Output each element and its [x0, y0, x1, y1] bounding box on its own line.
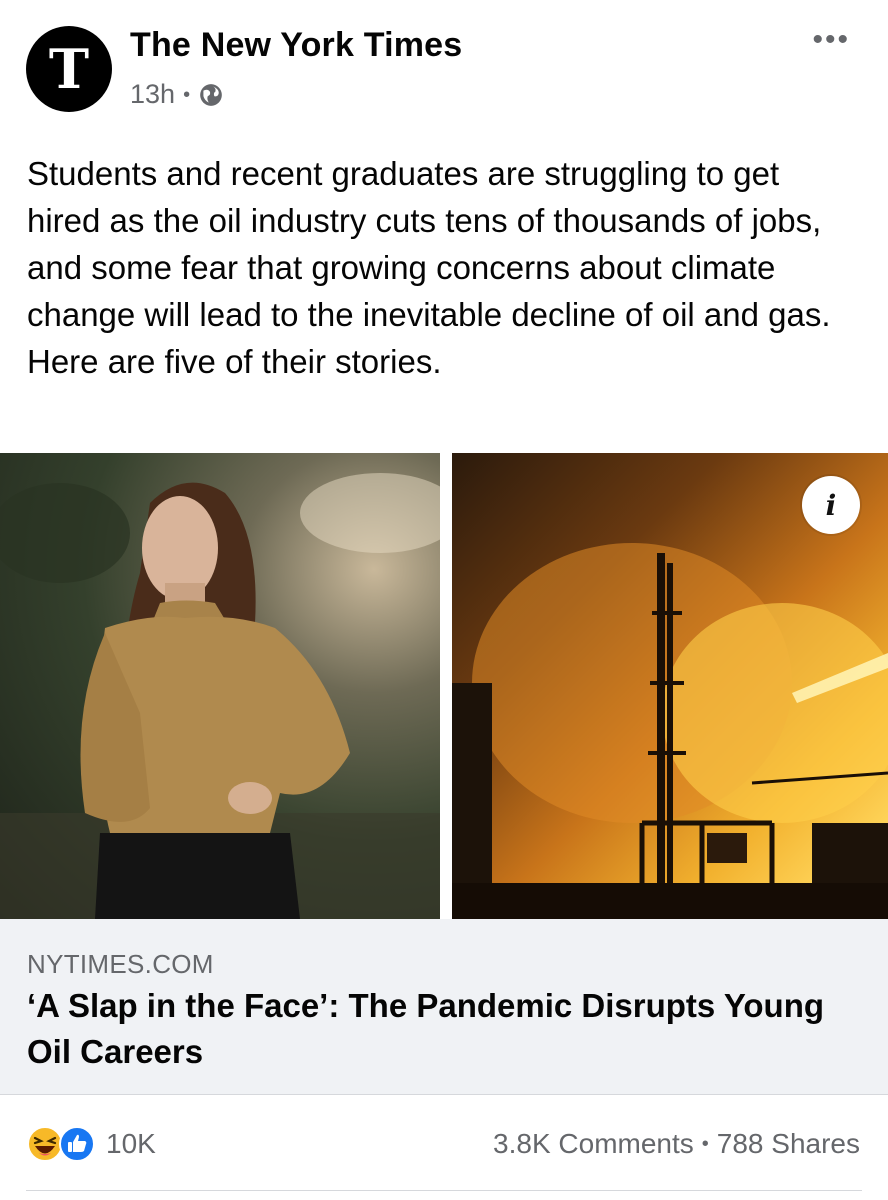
post-text: Students and recent graduates are strugg… [27, 155, 831, 380]
link-preview-card[interactable]: NYTIMES.COM ‘A Slap in the Face’: The Pa… [0, 919, 888, 1094]
engagement-separator: • [701, 1132, 709, 1155]
avatar-letter: T [48, 37, 90, 101]
engagement-stats: 3.8K Comments • 788 Shares [493, 1128, 860, 1160]
divider [0, 1094, 888, 1095]
link-domain: NYTIMES.COM [27, 949, 214, 979]
shares-count[interactable]: 788 Shares [717, 1128, 860, 1160]
info-button[interactable]: i [802, 476, 860, 534]
reaction-count: 10K [106, 1128, 156, 1159]
post-header: T The New York Times 13h • ••• [0, 0, 888, 130]
like-icon [59, 1126, 95, 1162]
meta-separator: • [183, 83, 191, 106]
globe-icon [200, 83, 222, 106]
refinery-smoke-photo[interactable]: i [452, 453, 888, 919]
page-avatar[interactable]: T [26, 26, 112, 112]
more-options-button[interactable]: ••• [812, 25, 850, 55]
woman-portrait-photo[interactable] [0, 453, 440, 919]
link-headline[interactable]: ‘A Slap in the Face’: The Pandemic Disru… [27, 983, 847, 1075]
post-timestamp[interactable]: 13h [130, 79, 175, 110]
reactions-summary[interactable]: 10K [26, 1124, 156, 1164]
page-name[interactable]: The New York Times [130, 26, 462, 65]
post-media[interactable]: i [0, 453, 888, 919]
comments-count[interactable]: 3.8K Comments [493, 1128, 694, 1160]
post-meta: 13h • [130, 79, 224, 110]
woman-figure-illustration [0, 473, 440, 919]
divider [26, 1190, 862, 1191]
